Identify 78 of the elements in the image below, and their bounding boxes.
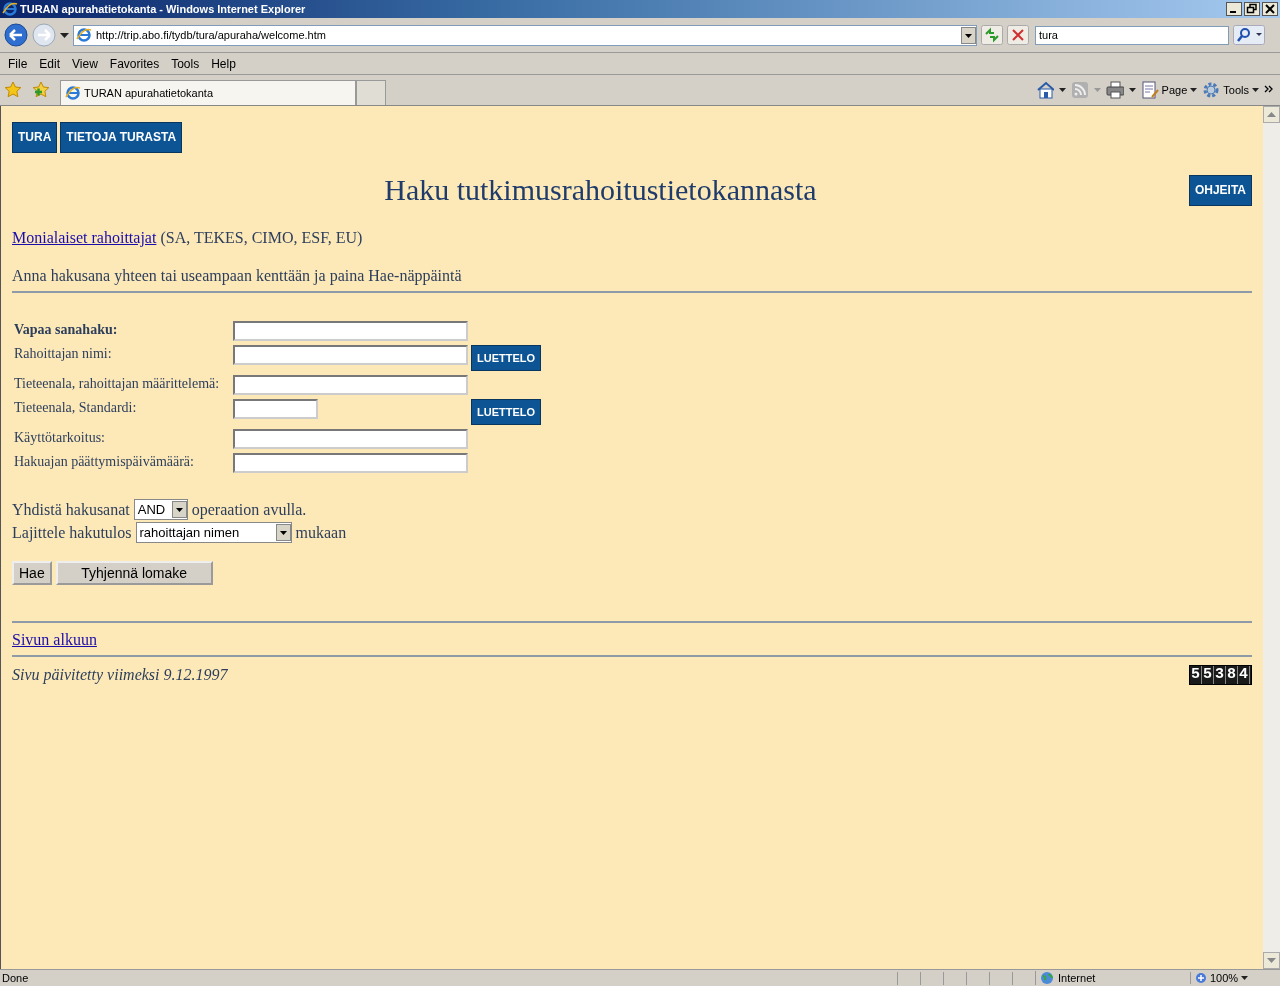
printer-icon[interactable] bbox=[1105, 81, 1124, 99]
funders-link[interactable]: Monialaiset rahoittajat bbox=[12, 229, 157, 247]
select-label: operaation avulla. bbox=[191, 500, 307, 519]
back-icon[interactable] bbox=[4, 23, 28, 47]
input-field[interactable] bbox=[233, 399, 318, 419]
dropdown-field[interactable]: rahoittajan nimen bbox=[135, 522, 292, 543]
tools-menu-button[interactable]: Tools bbox=[1202, 81, 1259, 99]
reset-button[interactable]: Tyhjennä lomake bbox=[55, 561, 213, 585]
field-label: Vapaa sanahaku: bbox=[14, 321, 119, 339]
browser-logo-icon bbox=[2, 1, 18, 17]
dropdown-caret-icon[interactable] bbox=[60, 32, 69, 38]
browser-tab[interactable]: TURAN apurahatietokanta bbox=[60, 80, 356, 105]
close-icon[interactable] bbox=[1262, 2, 1278, 16]
zoom-control[interactable]: 100% bbox=[1190, 972, 1280, 984]
dropdown-caret-icon bbox=[275, 524, 291, 541]
search-field[interactable]: tura bbox=[1035, 25, 1229, 45]
field-label: Käyttötarkoitus: bbox=[14, 429, 106, 447]
page-icon bbox=[76, 27, 92, 43]
nav-button[interactable]: TIETOJA TURASTA bbox=[60, 122, 183, 153]
dropdown-caret-icon[interactable] bbox=[961, 26, 976, 44]
input-field[interactable] bbox=[233, 429, 468, 449]
status-text: Done bbox=[1, 972, 30, 984]
zoom-icon bbox=[1195, 972, 1207, 984]
menu-item[interactable]: Favorites bbox=[103, 56, 166, 71]
dropdown-caret-icon bbox=[1241, 976, 1249, 980]
scroll-up-icon[interactable] bbox=[1263, 106, 1280, 123]
restore-icon[interactable] bbox=[1244, 2, 1260, 16]
security-zone: Internet bbox=[1035, 971, 1190, 985]
nav-button[interactable]: TURA bbox=[12, 122, 58, 153]
input-field[interactable] bbox=[233, 345, 468, 365]
input-field[interactable] bbox=[233, 321, 468, 341]
stop-icon[interactable] bbox=[1007, 25, 1029, 45]
address-field[interactable]: http://trip.abo.fi/tydb/tura/apuraha/welcome.htm bbox=[73, 24, 977, 46]
dropdown-caret-icon[interactable] bbox=[1128, 88, 1136, 92]
field-label: Hakuajan päättymispäivämäärä: bbox=[14, 453, 195, 471]
list-button[interactable]: LUETTELO bbox=[471, 399, 542, 425]
updated-text: Sivu päivitetty viimeksi 9.12.1997 bbox=[12, 666, 228, 684]
search-icon[interactable] bbox=[1233, 25, 1265, 45]
funders-note: (SA, TEKES, CIMO, ESF, EU) bbox=[160, 229, 363, 247]
dropdown-caret-icon[interactable] bbox=[1058, 88, 1066, 92]
menu-item[interactable]: Help bbox=[205, 56, 242, 71]
top-link[interactable]: Sivun alkuun bbox=[12, 631, 97, 648]
refresh-icon[interactable] bbox=[981, 25, 1003, 45]
menu-item[interactable]: Tools bbox=[165, 56, 206, 71]
field-label: Tieteenala, Standardi: bbox=[14, 399, 138, 417]
menu-item[interactable]: View bbox=[66, 56, 104, 71]
add-favorite-icon[interactable] bbox=[32, 81, 50, 99]
window-title: TURAN apurahatietokanta - Windows Internet Explorer bbox=[20, 3, 307, 15]
instruction-text: Anna hakusana yhteen tai useampaan kenttään ja paina Hae-näppäintä bbox=[12, 267, 463, 285]
scrollbar[interactable] bbox=[1263, 106, 1280, 969]
star-icon[interactable] bbox=[4, 81, 22, 99]
page-icon bbox=[65, 85, 81, 101]
input-field[interactable] bbox=[233, 453, 468, 473]
dropdown-caret-icon bbox=[1190, 88, 1198, 92]
dropdown-caret-icon bbox=[171, 501, 187, 518]
gear-icon bbox=[1202, 81, 1221, 99]
help-button[interactable]: OHJEITA bbox=[1188, 174, 1252, 206]
dropdown-field[interactable]: AND bbox=[133, 499, 188, 520]
search-button[interactable]: Hae bbox=[12, 561, 52, 585]
page-menu-button[interactable]: Page bbox=[1140, 81, 1198, 99]
input-field[interactable] bbox=[233, 375, 468, 395]
select-label: Lajittele hakutulos bbox=[12, 523, 132, 542]
dropdown-caret-icon bbox=[1252, 88, 1259, 92]
chevron-icon[interactable] bbox=[1264, 85, 1274, 95]
field-label: Tieteenala, rahoittajan määrittelemä: bbox=[14, 375, 221, 393]
menu-item[interactable]: File bbox=[2, 56, 34, 71]
page-icon bbox=[1140, 81, 1159, 99]
globe-icon bbox=[1040, 971, 1054, 985]
home-icon[interactable] bbox=[1035, 81, 1054, 99]
list-button[interactable]: LUETTELO bbox=[471, 345, 542, 371]
field-label: Rahoittajan nimi: bbox=[14, 345, 113, 363]
select-label: mukaan bbox=[295, 523, 347, 542]
visit-counter: 55384 bbox=[1189, 665, 1252, 685]
page-heading: Haku tutkimusrahoitustietokannasta bbox=[383, 173, 818, 207]
select-label: Yhdistä hakusanat bbox=[12, 500, 130, 519]
scroll-down-icon[interactable] bbox=[1263, 952, 1280, 969]
menu-item[interactable]: Edit bbox=[33, 56, 67, 71]
minimize-icon[interactable] bbox=[1226, 2, 1242, 16]
